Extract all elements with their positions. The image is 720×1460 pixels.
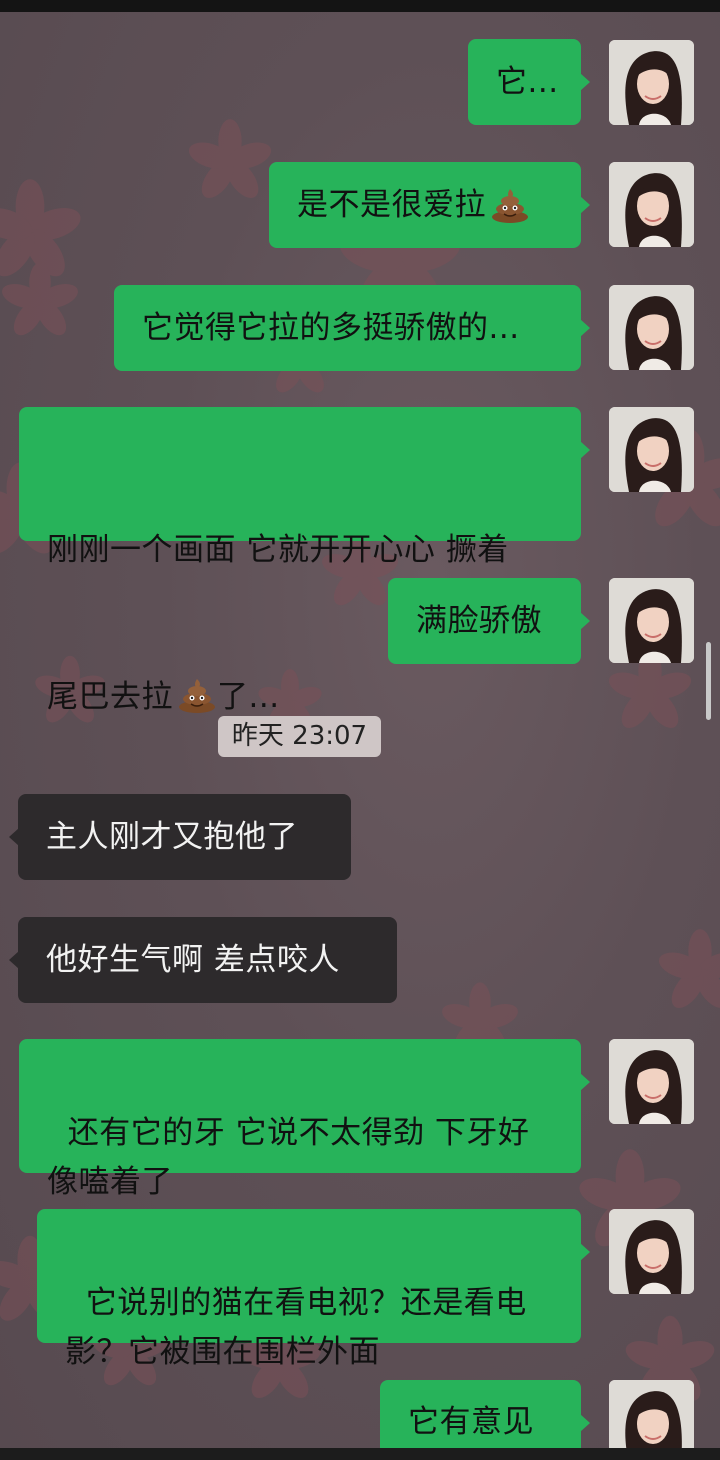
message-bubble-sent[interactable]: 它有意见: [380, 1380, 590, 1448]
avatar[interactable]: [609, 1039, 694, 1124]
avatar[interactable]: [609, 1209, 694, 1294]
message-bubble-sent[interactable]: 是不是很爱拉: [269, 162, 590, 248]
avatar[interactable]: [609, 578, 694, 663]
poop-emoji-icon: [179, 679, 215, 713]
avatar[interactable]: [609, 407, 694, 492]
avatar-image: [609, 40, 694, 125]
avatar-image: [609, 1209, 694, 1294]
avatar-image: [609, 407, 694, 492]
message-bubble-sent[interactable]: 它...: [468, 39, 590, 125]
message-bubble-sent[interactable]: 它觉得它拉的多挺骄傲的...: [114, 285, 590, 371]
message-bubble-sent[interactable]: 还有它的牙 它说不太得劲 下牙好 像嗑着了: [19, 1039, 590, 1200]
message-text: 了...: [217, 679, 280, 715]
bottom-bar: [0, 1448, 720, 1460]
poop-emoji-icon: [492, 189, 528, 223]
message-text-line-2: 尾巴去拉 了...: [47, 673, 553, 722]
scrollbar[interactable]: [706, 642, 711, 720]
status-bar: [0, 0, 720, 12]
avatar-image: [609, 578, 694, 663]
avatar[interactable]: [609, 285, 694, 370]
message-bubble-sent[interactable]: 满脸骄傲: [388, 578, 590, 664]
message-text: 主人刚才又抱他了: [46, 818, 298, 855]
avatar[interactable]: [609, 40, 694, 125]
avatar-image: [609, 285, 694, 370]
avatar-image: [609, 1039, 694, 1124]
message-bubble-sent[interactable]: 它说别的猫在看电视？还是看电 影？它被围在围栏外面: [37, 1209, 590, 1370]
message-text: 它觉得它拉的多挺骄傲的...: [142, 309, 520, 346]
message-bubble-received[interactable]: 他好生气啊 差点咬人: [9, 917, 397, 1003]
message-text: 满脸骄傲: [416, 602, 542, 639]
avatar[interactable]: [609, 162, 694, 247]
message-bubble-received[interactable]: 主人刚才又抱他了: [9, 794, 351, 880]
message-text: 他好生气啊 差点咬人: [46, 941, 340, 978]
message-text: 是不是很爱拉: [297, 186, 486, 223]
message-text: 它...: [496, 63, 559, 100]
avatar[interactable]: [609, 1380, 694, 1448]
message-text: 尾巴去拉: [47, 679, 173, 715]
message-text-line-1: 刚刚一个画面 它就开开心心 撅着: [47, 532, 509, 568]
avatar-image: [609, 162, 694, 247]
message-timestamp: 昨天 23:07: [218, 716, 381, 757]
avatar-image: [609, 1380, 694, 1448]
message-text: 它有意见: [408, 1404, 534, 1440]
message-bubble-sent[interactable]: 刚刚一个画面 它就开开心心 撅着 尾巴去拉 了...: [19, 407, 590, 715]
